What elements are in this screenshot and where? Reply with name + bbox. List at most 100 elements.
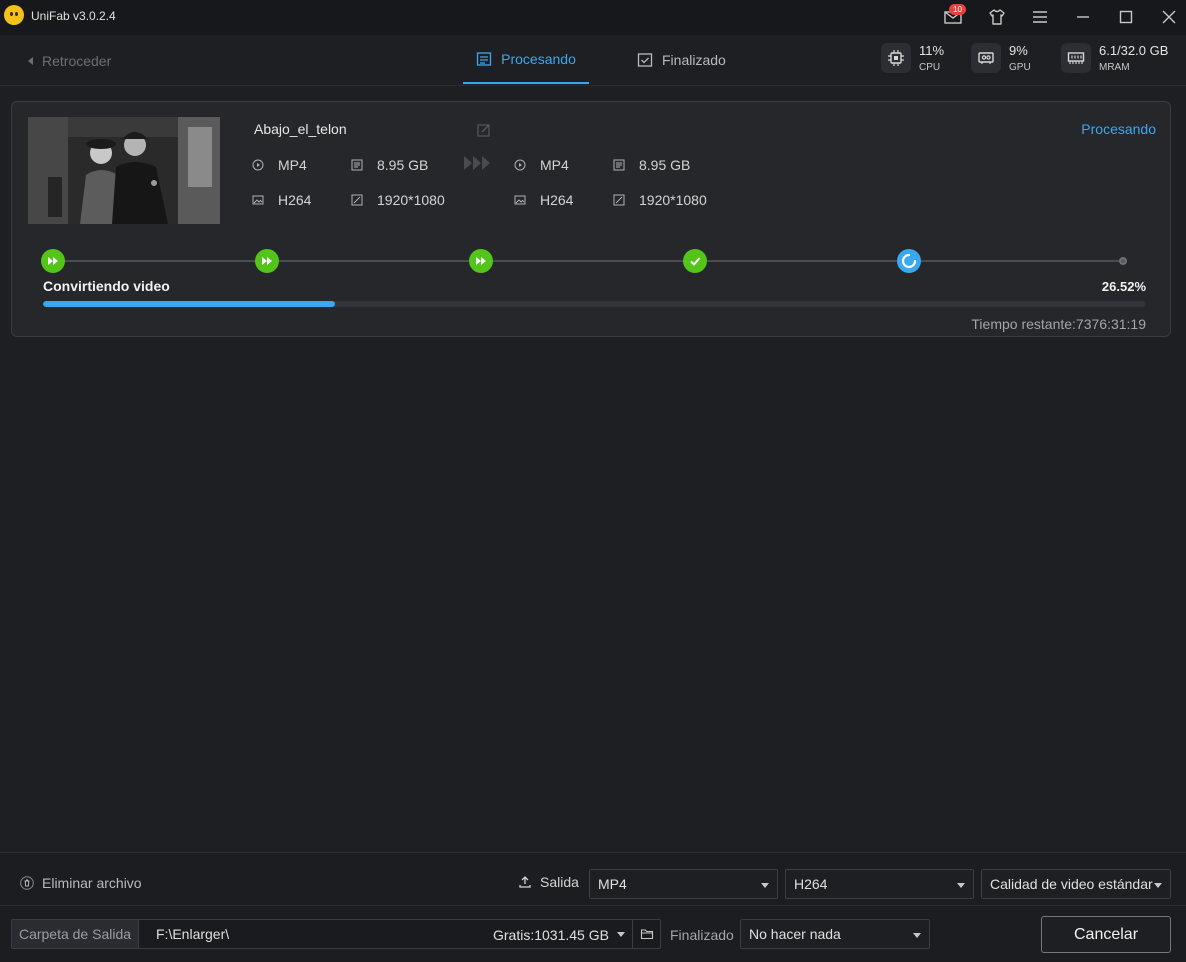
when-finished-value: No hacer nada: [749, 926, 841, 942]
file-size-icon: [351, 159, 363, 171]
image-icon: [252, 195, 264, 205]
chevron-left-icon: [28, 57, 33, 65]
gpu-value: 9%: [1009, 43, 1028, 58]
folder-icon: [640, 929, 653, 940]
file-name: Abajo_el_telon: [254, 121, 347, 137]
minimize-icon[interactable]: [1073, 7, 1093, 27]
back-label: Retroceder: [42, 53, 112, 69]
tab-processing[interactable]: Procesando: [463, 35, 589, 84]
progress-bar-fill: [43, 301, 336, 307]
output-size-value: 8.95 GB: [639, 157, 691, 173]
close-icon[interactable]: [1159, 7, 1179, 27]
convert-arrows-icon: [464, 156, 490, 170]
bottom-panel: Eliminar archivo Salida MP4 H264 Calidad…: [0, 852, 1186, 962]
menu-icon[interactable]: [1030, 7, 1050, 27]
video-thumbnail: [28, 117, 220, 224]
gpu-icon: [971, 43, 1001, 73]
input-resolution-value: 1920*1080: [377, 192, 445, 208]
nav-bar: Retroceder Procesando Finalizado 11% CPU…: [0, 35, 1186, 86]
app-logo-icon: [4, 5, 24, 25]
step-4: [683, 249, 707, 273]
checklist-icon: [637, 52, 653, 67]
delete-file-label: Eliminar archivo: [42, 875, 142, 891]
output-folder-label: Carpeta de Salida: [12, 920, 139, 948]
input-container: MP4: [252, 157, 307, 173]
resolution-icon: [613, 194, 625, 206]
output-label: Salida: [518, 874, 579, 890]
quality-select[interactable]: Calidad de video estándar: [981, 869, 1171, 899]
input-size: 8.95 GB: [351, 157, 428, 173]
fast-forward-icon: [48, 257, 58, 265]
title-bar: UniFab v3.0.2.4 10: [0, 0, 1186, 35]
step-5-current: [897, 249, 921, 273]
play-circle-icon: [514, 159, 526, 171]
output-folder-field[interactable]: Carpeta de Salida F:\Enlarger\ Gratis:10…: [11, 919, 661, 949]
input-container-value: MP4: [278, 157, 307, 173]
edit-icon[interactable]: [476, 122, 492, 138]
cpu-value: 11%: [919, 43, 945, 58]
app-title: UniFab v3.0.2.4: [31, 9, 116, 23]
memory-stat: 6.1/32.0 GB MRAM: [1061, 43, 1168, 74]
output-container: MP4: [514, 157, 569, 173]
memory-value: 6.1/32.0 GB: [1099, 43, 1169, 58]
step-1: [41, 249, 65, 273]
shirt-icon[interactable]: [987, 7, 1007, 27]
trash-icon: [20, 876, 34, 890]
memory-icon: [1061, 43, 1091, 73]
output-resolution-value: 1920*1080: [639, 192, 707, 208]
quality-select-value: Calidad de video estándar: [990, 876, 1153, 892]
free-space: Gratis:1031.45 GB: [493, 927, 609, 943]
cpu-label: CPU: [919, 62, 941, 73]
back-button[interactable]: Retroceder: [28, 53, 111, 69]
output-codec: H264: [514, 192, 573, 208]
resolution-icon: [351, 194, 363, 206]
input-resolution: 1920*1080: [351, 192, 445, 208]
chevron-down-icon[interactable]: [617, 932, 625, 937]
codec-select-value: H264: [794, 876, 828, 892]
output-folder-path[interactable]: F:\Enlarger\: [156, 926, 229, 942]
list-icon: [476, 51, 492, 66]
progress-bar: [43, 301, 1145, 307]
delete-file-button[interactable]: Eliminar archivo: [20, 875, 142, 891]
step-2: [255, 249, 279, 273]
when-finished-label: Finalizado: [670, 927, 734, 943]
output-resolution: 1920*1080: [613, 192, 707, 208]
task-card: Abajo_el_telon Procesando MP4 8.95 GB H2…: [11, 101, 1171, 337]
check-icon: [690, 257, 701, 266]
time-remaining: Tiempo restante:7376:31:19: [971, 316, 1146, 332]
memory-label: MRAM: [1099, 62, 1130, 73]
input-size-value: 8.95 GB: [377, 157, 429, 173]
upload-icon: [519, 876, 531, 888]
output-container-value: MP4: [540, 157, 569, 173]
format-select-value: MP4: [598, 876, 627, 892]
gpu-label: GPU: [1009, 62, 1031, 73]
step-3: [469, 249, 493, 273]
codec-select[interactable]: H264: [785, 869, 974, 899]
gpu-stat: 9% GPU: [971, 43, 1031, 74]
output-label-text: Salida: [540, 874, 579, 890]
cpu-stat: 11% CPU: [881, 43, 944, 74]
maximize-icon[interactable]: [1116, 7, 1136, 27]
output-size: 8.95 GB: [613, 157, 690, 173]
step-6-pending: [1119, 257, 1127, 265]
cancel-button[interactable]: Cancelar: [1041, 916, 1171, 953]
format-select[interactable]: MP4: [589, 869, 778, 899]
tab-processing-label: Procesando: [501, 50, 576, 67]
when-finished-select[interactable]: No hacer nada: [740, 919, 930, 949]
image-icon: [514, 195, 526, 205]
play-circle-icon: [252, 159, 264, 171]
divider: [0, 905, 1186, 906]
chevron-down-icon: [761, 883, 769, 888]
step-track: [54, 260, 1124, 262]
input-codec: H264: [252, 192, 311, 208]
tab-finished[interactable]: Finalizado: [637, 35, 726, 84]
loading-spinner-icon: [901, 253, 917, 269]
cpu-icon: [881, 43, 911, 73]
fast-forward-icon: [262, 257, 272, 265]
browse-folder-button[interactable]: [632, 920, 660, 948]
stage-label: Convirtiendo video: [43, 278, 170, 294]
chevron-down-icon: [957, 883, 965, 888]
tab-finished-label: Finalizado: [662, 51, 726, 68]
output-codec-value: H264: [540, 192, 574, 208]
progress-percent: 26.52%: [1101, 279, 1146, 294]
